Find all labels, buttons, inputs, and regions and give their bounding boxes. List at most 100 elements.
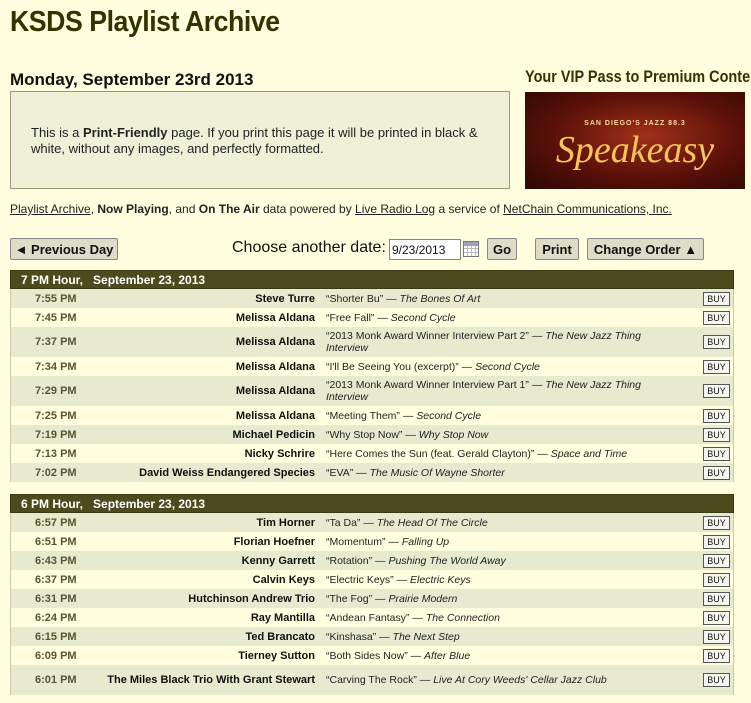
album-title: The Bones Of Art (399, 292, 481, 305)
buy-button[interactable]: BUY (703, 427, 730, 442)
print-button[interactable]: Print (535, 238, 579, 260)
buy-button[interactable]: BUY (703, 408, 730, 423)
album-title: The Next Step (392, 630, 460, 643)
song-line: “Shorter Bu” — The Bones Of Art (326, 293, 480, 305)
table-row: 6:24 PM Ray Mantilla “Andean Fantasy” — Th… (11, 608, 733, 627)
buy-button[interactable]: BUY (703, 515, 730, 530)
song-line: “Kinshasa” — The Next Step (326, 631, 460, 643)
play-time: 6:31 PM (35, 592, 77, 605)
song-title: “Carving The Rock” (326, 674, 417, 686)
change-order-button[interactable]: Change Order ▲ (587, 238, 704, 260)
buy-button[interactable]: BUY (703, 310, 730, 325)
ad-subtitle: SAN DIEGO'S JAZZ 88.3 (584, 120, 686, 127)
play-time: 7:02 PM (35, 466, 77, 479)
netchain-link[interactable]: NetChain Communications, Inc. (503, 202, 672, 216)
live-radio-log-link[interactable]: Live Radio Log (355, 202, 435, 216)
album-title: Second Cycle (416, 409, 482, 422)
song-info: “Both Sides Now” — After Blue (326, 646, 671, 665)
play-time: 7:34 PM (35, 360, 77, 373)
album-title: Why Stop Now (418, 428, 489, 441)
album-title: Second Cycle (475, 360, 540, 373)
song-title: “Free Fall” (326, 311, 375, 324)
buy-button[interactable]: BUY (703, 673, 730, 687)
table-row: 7:02 PM David Weiss Endangered Species “EV… (11, 463, 733, 482)
song-title: “2013 Monk Award Winner Interview Part 2… (326, 330, 529, 342)
play-time: 6:57 PM (35, 516, 77, 529)
table-row: 6:43 PM Kenny Garrett “Rotation” — Pushing… (11, 551, 733, 570)
album-title: Second Cycle (390, 311, 456, 324)
song-info: “Kinshasa” — The Next Step (326, 627, 671, 646)
song-title: “2013 Monk Award Winner Interview Part 1… (326, 379, 529, 391)
song-info: “EVA” — The Music Of Wayne Shorter (326, 463, 671, 482)
playlist-archive-link[interactable]: Playlist Archive (10, 202, 91, 216)
vip-pass-headline[interactable]: Your VIP Pass to Premium Content (525, 67, 751, 87)
song-separator: — (372, 592, 389, 605)
table-row: 6:37 PM Calvin Keys “Electric Keys” — Elec… (11, 570, 733, 589)
song-info: “I'll Be Seeing You (excerpt)” — Second … (326, 357, 671, 376)
song-separator: — (374, 311, 391, 324)
hour-header: 6 PM Hour, September 23, 2013 (10, 494, 734, 513)
buy-button[interactable]: BUY (703, 534, 730, 549)
play-time: 6:37 PM (35, 573, 77, 586)
song-title: “Why Stop Now” (326, 428, 403, 441)
song-line: “Electric Keys” — Electric Keys (326, 574, 471, 586)
album-title: Pushing The World Away (388, 554, 506, 567)
song-separator: — (416, 674, 434, 686)
table-row: 6:15 PM Ted Brancato “Kinshasa” — The Next… (11, 627, 733, 646)
song-title: “Meeting Them” (326, 409, 400, 422)
song-info: “Electric Keys” — Electric Keys (326, 570, 671, 589)
playlist-table: 7:55 PM Steve Turre “Shorter Bu” — The Bon… (10, 289, 734, 482)
speakeasy-ad-banner[interactable]: SAN DIEGO'S JAZZ 88.3 Speakeasy (525, 92, 745, 189)
previous-day-button[interactable]: ◄ Previous Day (10, 238, 118, 260)
song-title: “Momentum” (326, 535, 386, 548)
buy-button[interactable]: BUY (703, 384, 730, 398)
buy-button[interactable]: BUY (703, 446, 730, 461)
song-separator: — (360, 516, 377, 529)
song-line: “Andean Fantasy” — The Connection (326, 612, 500, 624)
buy-button[interactable]: BUY (703, 335, 730, 349)
buy-button[interactable]: BUY (703, 553, 730, 568)
hour-label: 6 PM Hour, (21, 496, 84, 511)
credits-mid2: a service of (435, 202, 504, 216)
buy-button[interactable]: BUY (703, 291, 730, 306)
calendar-icon[interactable] (463, 241, 479, 257)
song-separator: — (528, 330, 546, 342)
hour-label: 7 PM Hour, (21, 272, 84, 287)
credits-sep2: , and (168, 202, 199, 216)
song-separator: — (458, 360, 476, 373)
artist-name: Ted Brancato (245, 630, 315, 643)
choose-date-label: Choose another date: (232, 239, 386, 256)
artist-name: Tim Horner (256, 516, 315, 529)
song-line: “Momentum” — Falling Up (326, 536, 449, 548)
artist-name: Michael Pedicin (232, 428, 315, 441)
buy-button[interactable]: BUY (703, 572, 730, 587)
table-row: 7:37 PM Melissa Aldana “2013 Monk Award Wi… (11, 327, 733, 357)
album-title: Live At Cory Weeds' Cellar Jazz Club (433, 674, 607, 686)
print-friendly-notice: This is a Print-Friendly page. If you pr… (10, 91, 510, 189)
go-button[interactable]: Go (487, 238, 517, 260)
date-input[interactable] (389, 239, 461, 260)
buy-button[interactable]: BUY (703, 648, 730, 663)
song-info: “2013 Monk Award Winner Interview Part 2… (326, 327, 671, 357)
song-info: “Ta Da” — The Head Of The Circle (326, 513, 671, 532)
song-title: “Both Sides Now” (326, 649, 408, 662)
play-time: 6:15 PM (35, 630, 77, 643)
buy-button[interactable]: BUY (703, 465, 730, 480)
song-info: “Meeting Them” — Second Cycle (326, 406, 671, 425)
artist-name: Melissa Aldana (235, 336, 315, 348)
buy-button[interactable]: BUY (703, 629, 730, 644)
song-line: “Free Fall” — Second Cycle (326, 312, 456, 324)
play-time: 6:24 PM (35, 611, 77, 624)
song-title: “I'll Be Seeing You (excerpt)” (326, 360, 459, 373)
buy-button[interactable]: BUY (703, 359, 730, 374)
buy-button[interactable]: BUY (703, 591, 730, 606)
table-row: 7:45 PM Melissa Aldana “Free Fall” — Secon… (11, 308, 733, 327)
notice-pre: This is a (31, 125, 84, 140)
buy-button[interactable]: BUY (703, 610, 730, 625)
album-title: Electric Keys (410, 573, 471, 586)
artist-name: The Miles Black Trio With Grant Stewart (107, 674, 315, 686)
song-info: “Shorter Bu” — The Bones Of Art (326, 289, 671, 308)
date-heading: Monday, September 23rd 2013 (10, 70, 254, 89)
play-time: 7:25 PM (35, 409, 77, 422)
table-row: 7:29 PM Melissa Aldana “2013 Monk Award Wi… (11, 376, 733, 406)
